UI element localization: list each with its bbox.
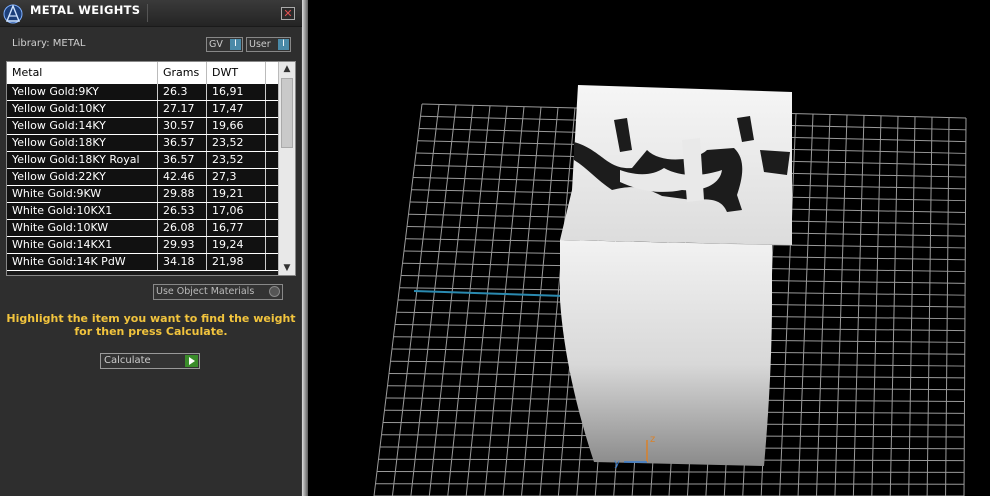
scroll-up-icon[interactable]: ▲: [279, 62, 295, 76]
metal-cell: Yellow Gold:18KY: [7, 135, 158, 151]
instruction-text: Highlight the item you want to find the …: [6, 312, 296, 338]
table-scrollbar[interactable]: ▲ ▼: [278, 62, 295, 275]
3d-viewport[interactable]: z y: [302, 0, 990, 496]
metal-cell: Yellow Gold:18KY Royal: [7, 152, 158, 168]
metal-cell: Yellow Gold:9KY: [7, 84, 158, 100]
table-row[interactable]: Yellow Gold:10KY 27.17 17,47: [7, 101, 279, 118]
metal-cell: Yellow Gold:10KY: [7, 101, 158, 117]
grams-cell: 36.57: [158, 135, 207, 151]
grams-cell: 34.18: [158, 254, 207, 270]
table-row[interactable]: Yellow Gold:14KY 30.57 19,66: [7, 118, 279, 135]
axis-gizmo: z y: [614, 434, 655, 469]
toggle-knob-icon: I: [230, 39, 241, 50]
instruction-line-2: for then press Calculate.: [74, 325, 228, 338]
metal-cell: White Gold:14KX1: [7, 237, 158, 253]
table-row[interactable]: White Gold:14KX1 29.93 19,24: [7, 237, 279, 254]
metal-cell: White Gold:10KW: [7, 220, 158, 236]
table-row[interactable]: Yellow Gold:9KY 26.3 16,91: [7, 84, 279, 101]
user-toggle[interactable]: User I: [246, 37, 291, 52]
use-object-materials-option[interactable]: Use Object Materials: [153, 284, 283, 300]
grams-cell: 29.88: [158, 186, 207, 202]
scroll-down-icon[interactable]: ▼: [279, 261, 295, 275]
grams-cell: 42.46: [158, 169, 207, 185]
scroll-thumb[interactable]: [281, 78, 293, 148]
x-axis-line: [413, 290, 565, 297]
dwt-cell: 23,52: [207, 135, 266, 151]
library-label: Library: METAL: [12, 38, 86, 49]
metal-cell: Yellow Gold:22KY: [7, 169, 158, 185]
toggle-knob-icon: I: [278, 39, 289, 50]
column-header-grams[interactable]: Grams: [158, 62, 207, 84]
panel-title: METAL WEIGHTS: [30, 3, 141, 17]
gv-toggle[interactable]: GV I: [206, 37, 243, 52]
dwt-cell: 16,91: [207, 84, 266, 100]
metal-cell: White Gold:9KW: [7, 186, 158, 202]
ring-band: [560, 240, 772, 466]
table-row[interactable]: Yellow Gold:22KY 42.46 27,3: [7, 169, 279, 186]
grams-cell: 30.57: [158, 118, 207, 134]
close-button[interactable]: ✕: [281, 7, 295, 20]
dwt-cell: 19,24: [207, 237, 266, 253]
instruction-line-1: Highlight the item you want to find the …: [6, 312, 296, 325]
dwt-cell: 19,21: [207, 186, 266, 202]
gv-toggle-label: GV: [209, 39, 223, 50]
metal-cell: White Gold:10KX1: [7, 203, 158, 219]
table-row[interactable]: Yellow Gold:18KY 36.57 23,52: [7, 135, 279, 152]
grams-cell: 36.57: [158, 152, 207, 168]
radio-icon: [269, 286, 280, 297]
grams-cell: 29.93: [158, 237, 207, 253]
close-icon: ✕: [283, 7, 293, 20]
dwt-cell: 19,66: [207, 118, 266, 134]
use-object-materials-label: Use Object Materials: [156, 286, 255, 297]
metal-cell: Yellow Gold:14KY: [7, 118, 158, 134]
grams-cell: 26.3: [158, 84, 207, 100]
axis-y-label: y: [614, 458, 620, 469]
column-header-metal[interactable]: Metal: [7, 62, 158, 84]
dwt-cell: 21,98: [207, 254, 266, 270]
calculate-button[interactable]: Calculate: [100, 353, 200, 369]
metal-cell: White Gold:14K PdW: [7, 254, 158, 270]
play-icon: [185, 355, 198, 367]
dwt-cell: 27,3: [207, 169, 266, 185]
column-header-dwt[interactable]: DWT: [207, 62, 266, 84]
calculate-label: Calculate: [104, 355, 151, 366]
grams-cell: 26.53: [158, 203, 207, 219]
dwt-cell: 17,06: [207, 203, 266, 219]
app-logo-icon: [3, 4, 23, 24]
metal-weights-panel: METAL WEIGHTS ✕ Library: METAL GV I User…: [0, 0, 302, 496]
table-row[interactable]: Yellow Gold:18KY Royal 36.57 23,52: [7, 152, 279, 169]
table-row[interactable]: White Gold:10KW 26.08 16,77: [7, 220, 279, 237]
engraving-shape: [760, 150, 790, 175]
panel-titlebar: METAL WEIGHTS ✕: [0, 0, 302, 27]
table-row[interactable]: White Gold:10KX1 26.53 17,06: [7, 203, 279, 220]
table-body: Yellow Gold:9KY 26.3 16,91 Yellow Gold:10K…: [7, 84, 279, 271]
user-toggle-label: User: [249, 39, 271, 50]
grams-cell: 26.08: [158, 220, 207, 236]
dwt-cell: 17,47: [207, 101, 266, 117]
axis-z-label: z: [650, 434, 655, 445]
metal-table: Metal Grams DWT Yellow Gold:9KY 26.3 16,91…: [6, 61, 296, 276]
title-divider: [147, 4, 148, 22]
dwt-cell: 23,52: [207, 152, 266, 168]
dwt-cell: 16,77: [207, 220, 266, 236]
table-row[interactable]: White Gold:14K PdW 34.18 21,98: [7, 254, 279, 271]
viewport-scene: [373, 85, 967, 496]
table-row[interactable]: White Gold:9KW 29.88 19,21: [7, 186, 279, 203]
grams-cell: 27.17: [158, 101, 207, 117]
table-header: Metal Grams DWT: [7, 62, 279, 84]
